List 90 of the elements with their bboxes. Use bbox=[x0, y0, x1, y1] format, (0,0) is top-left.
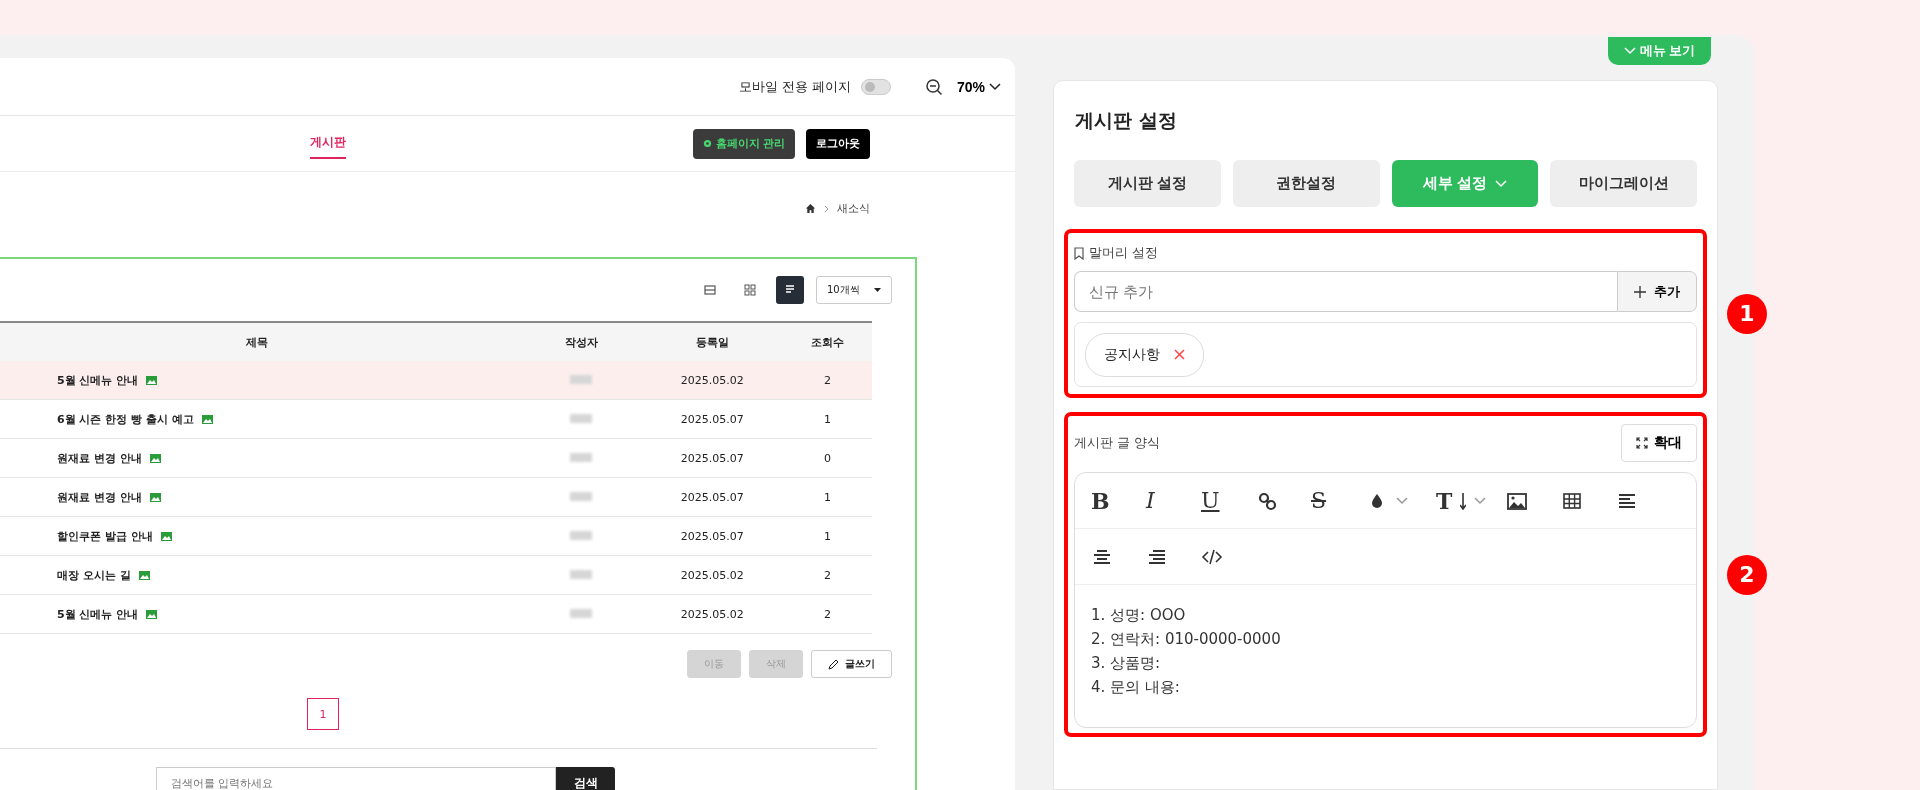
blurred-author bbox=[570, 374, 593, 384]
caret-icon bbox=[1396, 496, 1408, 505]
template-line: 1. 성명: OOO bbox=[1091, 605, 1187, 626]
logout-button[interactable]: 로그아웃 bbox=[806, 128, 870, 159]
search-button[interactable]: 검색 bbox=[556, 767, 615, 790]
settings-tab[interactable]: 권한설정 bbox=[1232, 160, 1380, 207]
image-icon bbox=[146, 375, 158, 385]
image-icon bbox=[146, 609, 158, 619]
post-title-link[interactable]: 6월 시즌 한정 빵 출시 예고 bbox=[57, 411, 194, 427]
post-title-link[interactable]: 5월 신메뉴 안내 bbox=[57, 372, 139, 388]
column-header: 조회수 bbox=[782, 322, 872, 361]
views-cell: 2 bbox=[782, 555, 872, 595]
blurred-author bbox=[570, 530, 593, 540]
caret-icon bbox=[1494, 179, 1507, 188]
views-cell: 1 bbox=[782, 399, 872, 439]
close-icon[interactable] bbox=[1174, 349, 1185, 360]
section-label: 말머리 설정 bbox=[1089, 244, 1159, 262]
column-header: 작성자 bbox=[520, 322, 642, 361]
add-button[interactable]: 추가 bbox=[1617, 271, 1697, 312]
image-icon bbox=[149, 453, 161, 463]
settings-tab[interactable]: 마이그레이션 bbox=[1550, 160, 1697, 207]
format-button[interactable]: B bbox=[1091, 485, 1110, 516]
template-line: 3. 상품명: bbox=[1091, 653, 1162, 674]
settings-tab[interactable]: 게시판 설정 bbox=[1074, 160, 1221, 207]
image-icon bbox=[201, 414, 213, 424]
search-field[interactable]: 검색어를 입력하세요 bbox=[156, 767, 556, 790]
date-cell: 2025.05.07 bbox=[641, 477, 783, 517]
caret-icon bbox=[989, 82, 1001, 91]
section-label: 게시판 글 양식 bbox=[1074, 434, 1161, 452]
tag-chip: 공지사항 bbox=[1085, 332, 1204, 377]
blurred-author bbox=[570, 608, 593, 618]
views-cell: 1 bbox=[782, 477, 872, 517]
format-button[interactable]: S bbox=[1311, 485, 1327, 516]
chevron-icon bbox=[824, 204, 829, 213]
blurred-author bbox=[570, 491, 593, 501]
column-header: 등록일 bbox=[641, 322, 783, 361]
column-header: 제목 bbox=[0, 322, 521, 361]
panel-title: 게시판 설정 bbox=[1075, 108, 1178, 133]
date-cell: 2025.05.07 bbox=[641, 438, 783, 478]
post-title-link[interactable]: 5월 신메뉴 안내 bbox=[57, 606, 139, 622]
template-line: 4. 문의 내용: bbox=[1091, 677, 1181, 698]
annotation-badge: 2 bbox=[1727, 554, 1767, 595]
blurred-author bbox=[570, 452, 593, 462]
views-cell: 2 bbox=[782, 594, 872, 634]
date-cell: 2025.05.02 bbox=[641, 361, 783, 400]
post-title-link[interactable]: 할인쿠폰 발급 안내 bbox=[57, 528, 153, 544]
caret-icon bbox=[1474, 496, 1487, 505]
toggle-switch[interactable] bbox=[860, 78, 891, 95]
post-title-link[interactable]: 원재료 변경 안내 bbox=[57, 489, 142, 505]
post-title-link[interactable]: 원재료 변경 안내 bbox=[57, 450, 142, 466]
new-tag-field[interactable]: 신규 추가 bbox=[1074, 271, 1617, 312]
caret-icon bbox=[874, 288, 881, 292]
zoom-out-icon[interactable] bbox=[924, 77, 943, 96]
annotation-badge: 1 bbox=[1727, 293, 1767, 334]
expand-button[interactable]: 확대 bbox=[1621, 424, 1697, 462]
views-cell: 2 bbox=[782, 361, 872, 400]
date-cell: 2025.05.07 bbox=[641, 516, 783, 556]
views-cell: 1 bbox=[782, 516, 872, 556]
view-mode-button[interactable] bbox=[776, 276, 804, 304]
format-button[interactable]: T bbox=[1436, 485, 1467, 516]
date-cell: 2025.05.02 bbox=[641, 555, 783, 595]
list-view-icon bbox=[703, 283, 717, 297]
home-icon[interactable] bbox=[805, 203, 816, 214]
image-icon bbox=[160, 531, 172, 541]
pencil-icon bbox=[828, 658, 839, 670]
page-size-select[interactable]: 10개씩 bbox=[816, 276, 892, 304]
bookmark-icon bbox=[1074, 246, 1084, 260]
arrow-icon bbox=[1460, 491, 1467, 510]
plus-icon bbox=[1634, 285, 1646, 298]
blurred-author bbox=[570, 569, 593, 579]
format-button[interactable]: U bbox=[1201, 485, 1220, 516]
date-cell: 2025.05.07 bbox=[641, 399, 783, 439]
blurred-author bbox=[570, 413, 593, 423]
expand-icon bbox=[1636, 437, 1648, 449]
grid-view-icon bbox=[743, 283, 757, 297]
nav-link[interactable]: 게시판 bbox=[310, 128, 346, 159]
views-cell: 0 bbox=[782, 438, 872, 478]
write-button[interactable]: 글쓰기 bbox=[811, 650, 892, 678]
mobile-toggle-label: 모바일 전용 페이지 bbox=[738, 77, 851, 96]
template-line: 2. 연락처: 010-0000-0000 bbox=[1091, 629, 1282, 650]
image-icon bbox=[138, 570, 150, 580]
breadcrumb-item[interactable]: 새소식 bbox=[837, 201, 870, 216]
manage-homepage-button[interactable]: 홈페이지 관리 bbox=[692, 128, 795, 159]
format-button[interactable]: I bbox=[1146, 485, 1155, 516]
image-icon bbox=[149, 492, 161, 502]
page-number[interactable]: 1 bbox=[307, 698, 339, 730]
post-title-link[interactable]: 매장 오시는 길 bbox=[57, 567, 131, 583]
zoom-dropdown[interactable]: 70% bbox=[956, 71, 1001, 102]
date-cell: 2025.05.02 bbox=[641, 594, 783, 634]
caret-icon bbox=[1623, 47, 1636, 55]
